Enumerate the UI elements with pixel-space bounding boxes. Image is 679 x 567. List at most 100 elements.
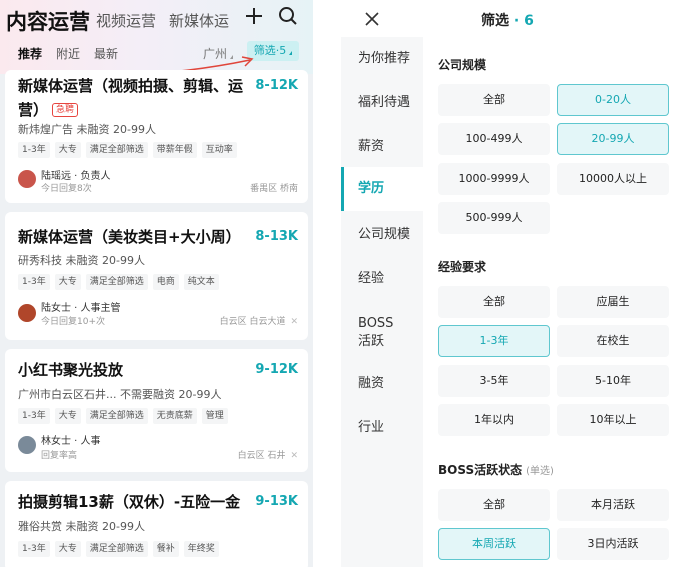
close-icon[interactable] <box>363 10 381 28</box>
recruiter-name: 陆女士 · 人事主管 <box>41 303 121 314</box>
recruiter-name: 陆瑶远 · 负责人 <box>41 171 111 182</box>
tag: 大专 <box>54 408 81 424</box>
option-experience[interactable]: 3-5年 <box>438 365 550 397</box>
nav-industry[interactable]: 行业 <box>341 419 423 437</box>
salary: 8-13K <box>255 229 298 244</box>
tag: 大专 <box>54 274 81 290</box>
avatar <box>18 170 36 188</box>
tag: 大专 <box>54 142 81 158</box>
filter-label: 筛选·5 <box>253 44 287 57</box>
tab-content-operations[interactable]: 内容运营 <box>6 6 90 36</box>
reply-rate: 今日回复8次 <box>41 184 92 194</box>
nav-boss-active[interactable]: BOSS 活跃 <box>341 315 423 351</box>
job-card[interactable]: 新媒体运营（美妆类目+大小周） 8-13K 研秀科技 未融资 20-99人 1-… <box>5 212 308 340</box>
subtab-recommended[interactable]: 推荐 <box>18 45 42 62</box>
job-location: 白云区 白云大道 <box>219 317 286 327</box>
job-title: 拍摄剪辑13薪（双休）-五险一金 <box>18 493 241 511</box>
recruiter-name: 林女士 · 人事 <box>41 436 101 447</box>
option-company-size[interactable]: 全部 <box>438 84 550 116</box>
tag-list: 1-3年 大专 满足全部筛选 带薪年假 互动率 <box>18 142 237 158</box>
option-company-size[interactable]: 1000-9999人 <box>438 163 550 195</box>
section-title-experience: 经验要求 <box>438 260 487 274</box>
tab-video-operations[interactable]: 视频运营 <box>96 10 156 31</box>
job-title: 小红书聚光投放 <box>18 361 124 379</box>
close-icon[interactable]: ✕ <box>290 451 298 461</box>
plus-icon[interactable] <box>244 6 264 26</box>
filter-count: · 6 <box>513 13 534 29</box>
filter-title: 筛选 · 6 <box>481 10 534 30</box>
job-list-pane: 内容运营 视频运营 新媒体运 推荐 附近 最新 广州 筛选·5 新媒体运营（视频… <box>0 0 313 567</box>
option-company-size[interactable]: 100-499人 <box>438 123 550 155</box>
close-icon[interactable]: ✕ <box>290 317 298 327</box>
tag: 互动率 <box>201 142 237 158</box>
job-card[interactable]: 拍摄剪辑13薪（双休）-五险一金 9-13K 雅俗共赏 未融资 20-99人 1… <box>5 481 308 567</box>
tag: 1-3年 <box>18 274 50 290</box>
company-info: 雅俗共赏 未融资 20-99人 <box>18 520 145 533</box>
tag: 电商 <box>152 274 179 290</box>
option-experience[interactable]: 1年以内 <box>438 404 550 436</box>
option-experience[interactable]: 应届生 <box>557 286 669 318</box>
reply-rate: 回复率高 <box>41 451 78 461</box>
tag-list: 1-3年 大专 满足全部筛选 电商 纯文本 <box>18 274 219 290</box>
option-boss-active[interactable]: 全部 <box>438 489 550 521</box>
nav-recommended[interactable]: 为你推荐 <box>341 50 423 68</box>
option-company-size[interactable]: 500-999人 <box>438 202 550 234</box>
option-boss-active[interactable]: 本周活跃 <box>438 528 550 560</box>
company-info: 广州市白云区石井... 不需要融资 20-99人 <box>18 388 222 401</box>
tag: 1-3年 <box>18 408 50 424</box>
search-icon[interactable] <box>278 6 298 26</box>
filter-panel: 筛选 · 6 为你推荐 福利待遇 薪资 学历 公司规模 经验 BOSS 活跃 融… <box>341 0 679 567</box>
section-title-company-size: 公司规模 <box>438 58 487 72</box>
nav-funding[interactable]: 融资 <box>341 375 423 393</box>
section-title-text: BOSS活跃状态 <box>438 463 523 477</box>
nav-benefits[interactable]: 福利待遇 <box>341 94 423 112</box>
filter-title-text: 筛选 <box>481 13 509 29</box>
option-experience[interactable]: 1-3年 <box>438 325 550 357</box>
tag: 管理 <box>201 408 228 424</box>
salary: 9-12K <box>255 362 298 377</box>
option-boss-active[interactable]: 3日内活跃 <box>557 528 669 560</box>
tag: 带薪年假 <box>152 142 197 158</box>
option-company-size[interactable]: 20-99人 <box>557 123 669 155</box>
nav-education[interactable]: 学历 <box>341 167 423 211</box>
salary: 9-13K <box>255 494 298 509</box>
urgent-badge: 急聘 <box>52 103 79 117</box>
avatar <box>18 304 36 322</box>
tag: 1-3年 <box>18 142 50 158</box>
company-info: 研秀科技 未融资 20-99人 <box>18 254 145 267</box>
job-card[interactable]: 新媒体运营（视频拍摄、剪辑、运营） 急聘 8-12K 新炜煌广告 未融资 20-9… <box>5 70 308 203</box>
single-select-hint: (单选) <box>526 466 554 477</box>
option-experience[interactable]: 10年以上 <box>557 404 669 436</box>
job-title: 新媒体运营（视频拍摄、剪辑、运营） 急聘 <box>18 74 256 122</box>
tag: 满足全部筛选 <box>85 142 148 158</box>
job-card[interactable]: 小红书聚光投放 9-12K 广州市白云区石井... 不需要融资 20-99人 1… <box>5 349 308 472</box>
tab-new-media-operations[interactable]: 新媒体运 <box>169 10 231 31</box>
filter-category-nav: 为你推荐 福利待遇 薪资 学历 公司规模 经验 BOSS 活跃 融资 行业 <box>341 37 423 567</box>
salary: 8-12K <box>255 78 298 93</box>
nav-company-size[interactable]: 公司规模 <box>341 226 423 244</box>
job-location-row: 白云区 白云大道 ✕ <box>220 314 298 327</box>
option-experience[interactable]: 5-10年 <box>557 365 669 397</box>
tag: 满足全部筛选 <box>85 274 148 290</box>
tag-list: 1-3年 大专 满足全部筛选 餐补 年终奖 <box>18 541 219 557</box>
option-company-size[interactable]: 0-20人 <box>557 84 669 116</box>
company-info: 新炜煌广告 未融资 20-99人 <box>18 123 156 136</box>
job-location: 白云区 石井 <box>237 451 286 461</box>
nav-salary[interactable]: 薪资 <box>341 138 423 156</box>
tag: 餐补 <box>152 541 179 557</box>
tag: 无责底薪 <box>152 408 197 424</box>
subtab-nearby[interactable]: 附近 <box>56 45 80 62</box>
tag: 年终奖 <box>183 541 219 557</box>
header: 内容运营 视频运营 新媒体运 推荐 附近 最新 广州 筛选·5 <box>0 0 313 76</box>
option-experience[interactable]: 全部 <box>438 286 550 318</box>
nav-experience[interactable]: 经验 <box>341 270 423 288</box>
avatar <box>18 436 36 454</box>
option-boss-active[interactable]: 本月活跃 <box>557 489 669 521</box>
option-experience[interactable]: 在校生 <box>557 325 669 357</box>
option-company-size[interactable]: 10000人以上 <box>557 163 669 195</box>
dropdown-triangle-icon <box>289 51 293 55</box>
job-title: 新媒体运营（美妆类目+大小周） <box>18 228 241 246</box>
tag-list: 1-3年 大专 满足全部筛选 无责底薪 管理 <box>18 408 228 424</box>
tag: 纯文本 <box>183 274 219 290</box>
tag: 1-3年 <box>18 541 50 557</box>
